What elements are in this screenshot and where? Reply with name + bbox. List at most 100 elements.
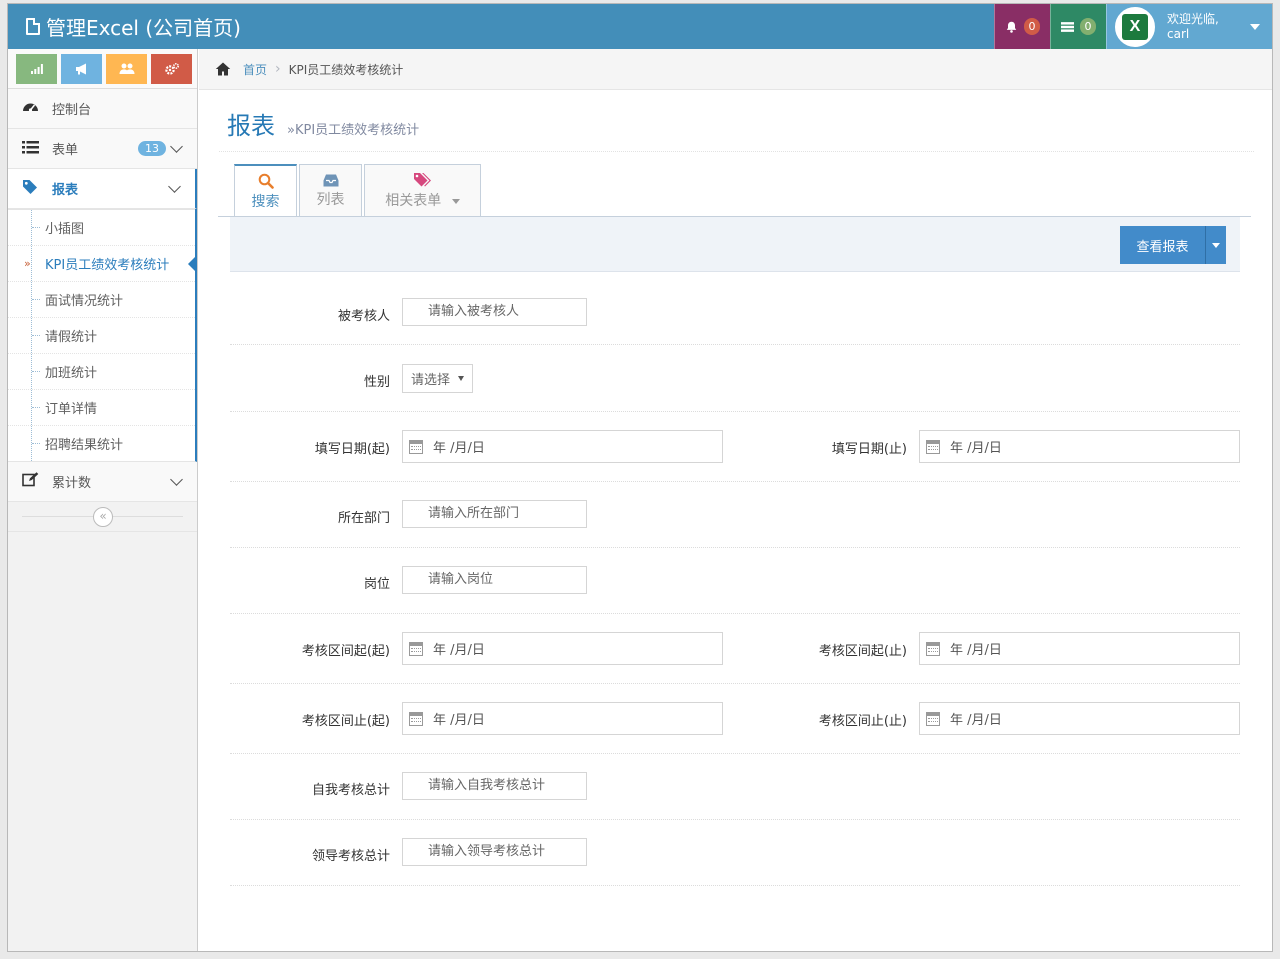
shortcut-signal[interactable] bbox=[16, 54, 57, 84]
sidebar-item-label: 控制台 bbox=[52, 103, 92, 118]
submenu-item-active[interactable]: » KPI员工绩效考核统计 bbox=[8, 245, 197, 281]
submenu-item[interactable]: 面试情况统计 bbox=[8, 281, 195, 317]
form-row: 考核区间起(起) 年 /月/日 考核区间起(止) 年 /月/日 bbox=[230, 614, 1240, 684]
fill-date-end-input[interactable]: 年 /月/日 bbox=[919, 430, 1240, 463]
form-row: 所在部门 请输入所在部门 bbox=[230, 482, 1240, 548]
tasks-badge: 0 bbox=[1080, 18, 1096, 35]
submenu-item[interactable]: 订单详情 bbox=[8, 389, 195, 425]
app-title: 管理Excel (公司首页) bbox=[46, 16, 241, 40]
sidebar-item-label: 表单 bbox=[52, 143, 79, 158]
double-angle-left-icon[interactable]: « bbox=[93, 507, 113, 527]
sidebar-item-reports[interactable]: 报表 bbox=[8, 169, 197, 209]
view-report-button[interactable]: 查看报表 bbox=[1120, 226, 1206, 264]
avatar: X bbox=[1115, 6, 1155, 47]
gender-label: 性别 bbox=[363, 375, 390, 390]
chevron-down-icon bbox=[170, 139, 183, 153]
sidebar: 控制台 表单 13 报表 小插图 » KPI员工绩效考核统计 面试情况统计 请假… bbox=[8, 49, 198, 951]
submenu-item-label: 小插图 bbox=[45, 222, 85, 237]
tags-icon bbox=[413, 173, 431, 187]
brand[interactable]: 管理Excel (公司首页) bbox=[26, 4, 241, 49]
notifications-button[interactable]: 0 bbox=[994, 4, 1050, 49]
signal-icon bbox=[30, 64, 43, 74]
calendar-icon bbox=[926, 641, 940, 656]
search-form: 被考核人 请输入被考核人 性别 请选择 填写日期(起) 年 /月/日 填写日期(… bbox=[230, 272, 1240, 886]
submenu-item[interactable]: 小插图 bbox=[8, 209, 195, 245]
position-input[interactable]: 请输入岗位 bbox=[402, 566, 587, 594]
tab-label: 相关表单 bbox=[385, 193, 442, 209]
list-icon bbox=[20, 140, 40, 158]
submenu-item-label: 加班统计 bbox=[45, 366, 98, 381]
form-row: 性别 请选择 bbox=[230, 345, 1240, 412]
shortcut-bullhorn[interactable] bbox=[61, 54, 102, 84]
fill-date-start-input[interactable]: 年 /月/日 bbox=[402, 430, 723, 463]
tab-related-forms[interactable]: 相关表单 bbox=[364, 164, 481, 217]
sidebar-shortcuts bbox=[8, 49, 197, 89]
form-row: 被考核人 请输入被考核人 bbox=[230, 272, 1240, 345]
calendar-icon bbox=[926, 711, 940, 726]
submenu-item[interactable]: 招聘结果统计 bbox=[8, 425, 195, 461]
date-placeholder: 年 /月/日 bbox=[433, 643, 485, 658]
period-end-from-input[interactable]: 年 /月/日 bbox=[402, 702, 723, 735]
form-row: 领导考核总计 请输入领导考核总计 bbox=[230, 820, 1240, 886]
sidebar-collapse-bar: « bbox=[8, 502, 197, 532]
submenu-item-label: 面试情况统计 bbox=[45, 294, 124, 309]
tab-bar: 搜索 列表 相关表单 bbox=[234, 164, 481, 218]
tab-label: 列表 bbox=[316, 191, 345, 208]
excel-icon: X bbox=[1122, 13, 1148, 40]
department-input[interactable]: 请输入所在部门 bbox=[402, 500, 587, 528]
main-content: 首页 › KPI员工绩效考核统计 报表 »KPI员工绩效考核统计 搜索 列表 相… bbox=[199, 49, 1272, 951]
user-menu[interactable]: X 欢迎光临, carl bbox=[1106, 4, 1272, 49]
assessee-label: 被考核人 bbox=[337, 309, 390, 324]
home-icon[interactable] bbox=[215, 61, 231, 77]
assessee-input[interactable]: 请输入被考核人 bbox=[402, 298, 587, 326]
reports-submenu: 小插图 » KPI员工绩效考核统计 面试情况统计 请假统计 加班统计 订单详情 … bbox=[8, 209, 197, 462]
submenu-item[interactable]: 加班统计 bbox=[8, 353, 195, 389]
view-report-dropdown[interactable] bbox=[1206, 226, 1226, 264]
submenu-item-label: KPI员工绩效考核统计 bbox=[45, 258, 170, 273]
form-row: 岗位 请输入岗位 bbox=[230, 548, 1240, 614]
shortcut-cogs[interactable] bbox=[151, 54, 192, 84]
navbar: 管理Excel (公司首页) 0 0 X 欢迎光临, carl bbox=[8, 4, 1272, 49]
caret-down-icon bbox=[458, 376, 465, 381]
toolbar: 查看报表 bbox=[230, 217, 1240, 272]
submenu-item-label: 订单详情 bbox=[45, 402, 98, 417]
department-label: 所在部门 bbox=[337, 511, 390, 526]
submenu-item-label: 招聘结果统计 bbox=[45, 438, 124, 453]
view-report-button-group: 查看报表 bbox=[1120, 226, 1226, 264]
period-start-from-input[interactable]: 年 /月/日 bbox=[402, 632, 723, 665]
breadcrumb-current: KPI员工绩效考核统计 bbox=[288, 62, 404, 77]
tab-list[interactable]: 列表 bbox=[299, 164, 362, 217]
tasks-button[interactable]: 0 bbox=[1050, 4, 1106, 49]
tab-search[interactable]: 搜索 bbox=[234, 164, 297, 218]
app-window: 管理Excel (公司首页) 0 0 X 欢迎光临, carl 控制台 表单 1… bbox=[7, 3, 1273, 952]
date-placeholder: 年 /月/日 bbox=[433, 713, 485, 728]
users-icon bbox=[119, 63, 134, 74]
calendar-icon bbox=[409, 711, 423, 726]
leader-total-input[interactable]: 请输入领导考核总计 bbox=[402, 838, 587, 866]
page-subtitle: »KPI员工绩效考核统计 bbox=[287, 123, 420, 138]
user-name: carl bbox=[1167, 26, 1190, 41]
caret-down-icon bbox=[1212, 242, 1220, 248]
search-icon bbox=[258, 173, 274, 189]
form-row: 自我考核总计 请输入自我考核总计 bbox=[230, 754, 1240, 820]
submenu-item-label: 请假统计 bbox=[45, 330, 98, 345]
calendar-icon bbox=[926, 439, 940, 454]
edit-icon bbox=[20, 472, 40, 491]
breadcrumb-home[interactable]: 首页 bbox=[243, 61, 267, 78]
tasks-icon bbox=[1061, 21, 1074, 32]
submenu-item[interactable]: 请假统计 bbox=[8, 317, 195, 353]
breadcrumb-separator: › bbox=[275, 61, 281, 77]
period-end-to-input[interactable]: 年 /月/日 bbox=[919, 702, 1240, 735]
sidebar-item-dashboard[interactable]: 控制台 bbox=[8, 89, 197, 129]
dashboard-icon bbox=[20, 99, 40, 118]
calendar-icon bbox=[409, 641, 423, 656]
period-start-to-input[interactable]: 年 /月/日 bbox=[919, 632, 1240, 665]
period-end-to-label: 考核区间止(止) bbox=[818, 714, 907, 729]
inbox-icon bbox=[323, 174, 338, 186]
shortcut-users[interactable] bbox=[106, 54, 147, 84]
gender-select[interactable]: 请选择 bbox=[402, 364, 473, 393]
sidebar-item-forms[interactable]: 表单 13 bbox=[8, 129, 197, 169]
date-placeholder: 年 /月/日 bbox=[950, 441, 1002, 456]
self-total-input[interactable]: 请输入自我考核总计 bbox=[402, 772, 587, 800]
sidebar-item-cumulative[interactable]: 累计数 bbox=[8, 462, 197, 502]
